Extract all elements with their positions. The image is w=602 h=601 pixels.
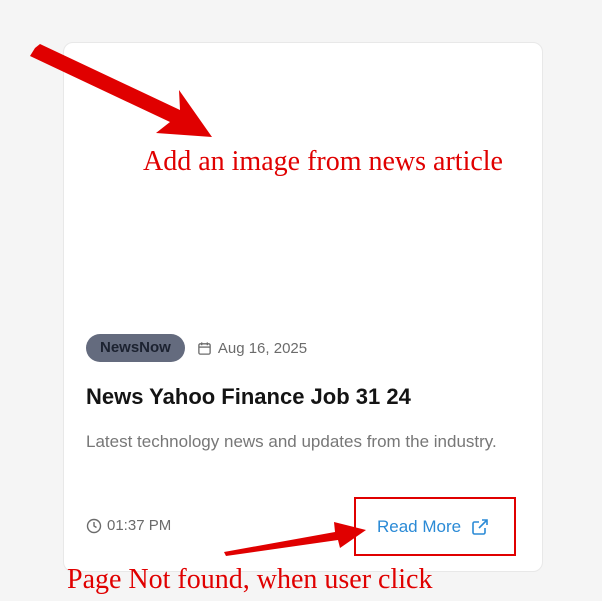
source-badge: NewsNow	[86, 334, 185, 362]
annotation-highlight-box	[354, 497, 516, 556]
news-card: NewsNow Aug 16, 2025 News Yahoo Finance …	[63, 42, 543, 572]
annotation-image-note: Add an image from news article	[143, 146, 503, 177]
article-description: Latest technology news and updates from …	[86, 432, 497, 451]
article-image-placeholder	[64, 43, 542, 323]
meta-row: NewsNow Aug 16, 2025	[86, 334, 307, 362]
article-time: 01:37 PM	[107, 517, 172, 534]
article-title[interactable]: News Yahoo Finance Job 31 24	[86, 383, 526, 411]
article-date: Aug 16, 2025	[217, 339, 308, 357]
clock-icon	[86, 518, 102, 533]
calendar-icon	[198, 341, 211, 355]
date-info: Aug 16, 2025	[197, 340, 307, 357]
time-info: 01:37 PM	[86, 517, 171, 534]
annotation-link-note: Page Not found, when user click	[67, 564, 433, 595]
